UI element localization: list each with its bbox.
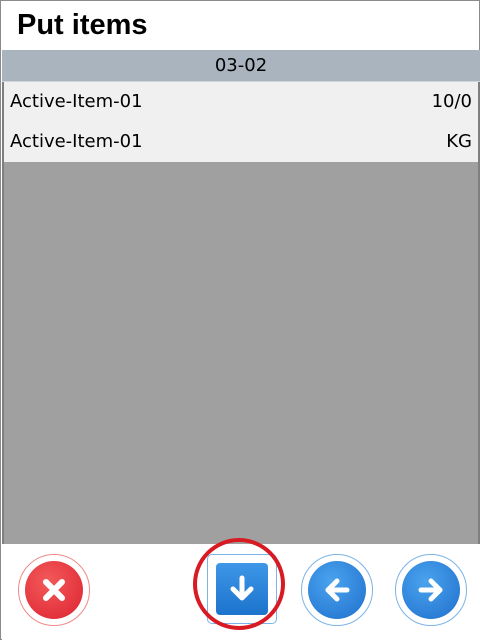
arrow-right-icon: [418, 578, 443, 602]
confirm-down-button-face: [216, 563, 268, 615]
bottom-toolbar: [2, 538, 480, 640]
app-window: Put items 03-02 Active-Item-01 10/0 Acti…: [0, 0, 480, 640]
page-title: Put items: [17, 9, 148, 41]
cancel-button[interactable]: [18, 554, 90, 626]
list-item[interactable]: Active-Item-01 10/0: [2, 82, 478, 122]
confirm-down-button[interactable]: [207, 554, 277, 624]
list-border-left: [2, 82, 4, 544]
arrow-down-icon: [230, 575, 254, 601]
close-icon: [43, 579, 65, 601]
item-name: Active-Item-01: [10, 91, 143, 112]
next-button[interactable]: [395, 554, 467, 626]
location-header: 03-02: [2, 50, 480, 82]
item-quantity: 10/0: [431, 91, 472, 112]
arrow-left-icon: [325, 578, 350, 602]
previous-button[interactable]: [301, 554, 373, 626]
items-list[interactable]: Active-Item-01 10/0 Active-Item-01 KG: [2, 82, 480, 544]
item-group[interactable]: Active-Item-01 10/0 Active-Item-01 KG: [2, 82, 478, 162]
item-unit: KG: [446, 131, 472, 152]
previous-button-face: [308, 561, 366, 619]
list-item[interactable]: Active-Item-01 KG: [2, 122, 478, 162]
next-button-face: [402, 561, 460, 619]
item-name: Active-Item-01: [10, 131, 143, 152]
cancel-button-face: [25, 561, 83, 619]
